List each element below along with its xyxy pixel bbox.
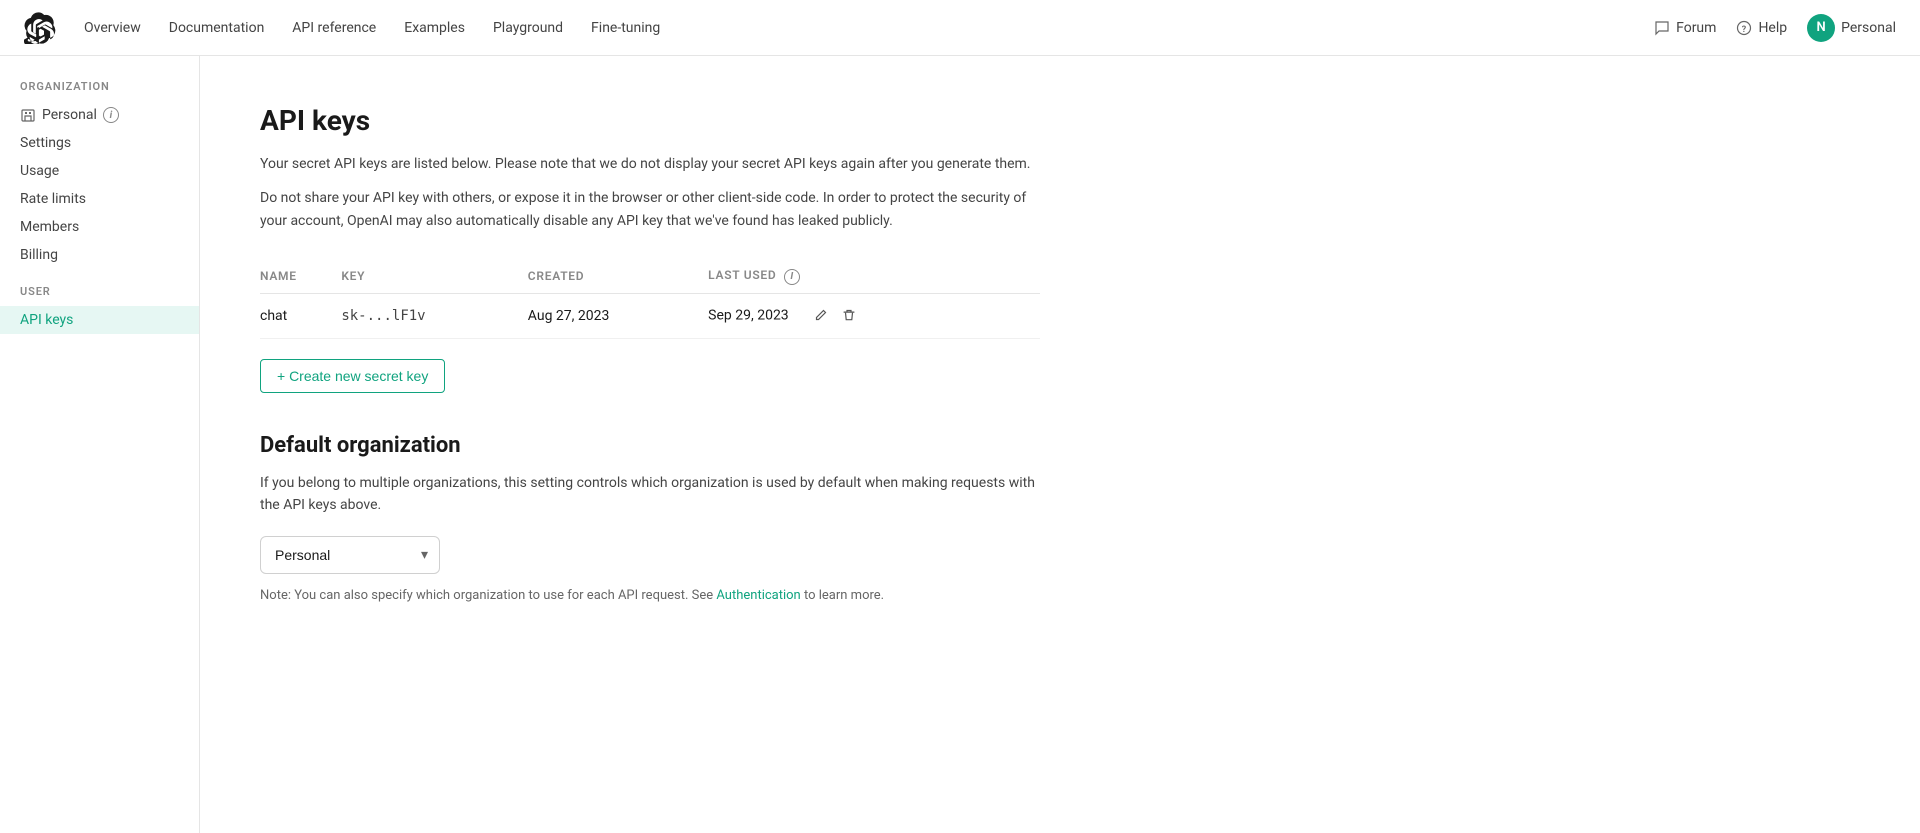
key-last-used-cell: Sep 29, 2023 xyxy=(708,293,1040,338)
nav-fine-tuning[interactable]: Fine-tuning xyxy=(591,20,660,36)
nav-examples[interactable]: Examples xyxy=(404,20,465,36)
authentication-link[interactable]: Authentication xyxy=(716,588,800,603)
col-key: KEY xyxy=(341,260,527,293)
help-icon: ? xyxy=(1736,20,1752,36)
sidebar-item-settings[interactable]: Settings xyxy=(0,129,199,157)
help-link[interactable]: ? Help xyxy=(1736,20,1787,36)
api-keys-table: NAME KEY CREATED LAST USED i chat sk-...… xyxy=(260,260,1040,339)
sidebar-item-billing[interactable]: Billing xyxy=(0,241,199,269)
sidebar-item-members[interactable]: Members xyxy=(0,213,199,241)
page-layout: ORGANIZATION Personal i Settings Usage R… xyxy=(0,56,1920,833)
table-row: chat sk-...lF1v Aug 27, 2023 Sep 29, 202… xyxy=(260,293,1040,338)
description-2: Do not share your API key with others, o… xyxy=(260,187,1040,232)
edit-key-button[interactable] xyxy=(812,306,830,326)
sidebar-org-label: ORGANIZATION xyxy=(0,80,199,101)
nav-overview[interactable]: Overview xyxy=(84,20,141,36)
user-menu[interactable]: N Personal xyxy=(1807,14,1896,42)
sidebar-user-section: USER API keys xyxy=(0,285,199,334)
last-used-info-icon: i xyxy=(784,269,800,285)
description-1: Your secret API keys are listed below. P… xyxy=(260,153,1040,175)
building-icon xyxy=(20,107,36,123)
forum-link[interactable]: Forum xyxy=(1654,20,1716,36)
forum-icon xyxy=(1654,20,1670,36)
default-org-title: Default organization xyxy=(260,433,1040,458)
sidebar-item-api-keys[interactable]: API keys xyxy=(0,306,199,334)
top-right-actions: Forum ? Help N Personal xyxy=(1654,14,1896,42)
create-secret-key-button[interactable]: + Create new secret key xyxy=(260,359,445,393)
sidebar-user-label: USER xyxy=(0,285,199,306)
col-created: CREATED xyxy=(528,260,708,293)
sidebar-org-section: ORGANIZATION Personal i Settings Usage R… xyxy=(0,80,199,269)
openai-logo xyxy=(24,12,56,44)
nav-playground[interactable]: Playground xyxy=(493,20,563,36)
key-created-cell: Aug 27, 2023 xyxy=(528,293,708,338)
col-name: NAME xyxy=(260,260,341,293)
key-value-cell: sk-...lF1v xyxy=(341,293,527,338)
page-title: API keys xyxy=(260,104,1040,137)
org-info-icon: i xyxy=(103,107,119,123)
delete-key-button[interactable] xyxy=(840,306,858,326)
main-content: API keys Your secret API keys are listed… xyxy=(200,56,1100,833)
nav-documentation[interactable]: Documentation xyxy=(169,20,265,36)
org-select[interactable]: Personal xyxy=(260,536,440,574)
sidebar: ORGANIZATION Personal i Settings Usage R… xyxy=(0,56,200,833)
top-navigation: Overview Documentation API reference Exa… xyxy=(0,0,1920,56)
sidebar-item-usage[interactable]: Usage xyxy=(0,157,199,185)
org-note: Note: You can also specify which organiz… xyxy=(260,588,1040,603)
org-select-wrapper: Personal ▾ xyxy=(260,536,440,574)
svg-text:?: ? xyxy=(1742,25,1747,35)
nav-links: Overview Documentation API reference Exa… xyxy=(84,20,1654,36)
avatar: N xyxy=(1807,14,1835,42)
sidebar-item-rate-limits[interactable]: Rate limits xyxy=(0,185,199,213)
col-last-used: LAST USED i xyxy=(708,260,1040,293)
default-org-desc: If you belong to multiple organizations,… xyxy=(260,472,1040,517)
nav-api-reference[interactable]: API reference xyxy=(292,20,376,36)
key-name-cell: chat xyxy=(260,293,341,338)
sidebar-org-name: Personal i xyxy=(0,101,199,129)
